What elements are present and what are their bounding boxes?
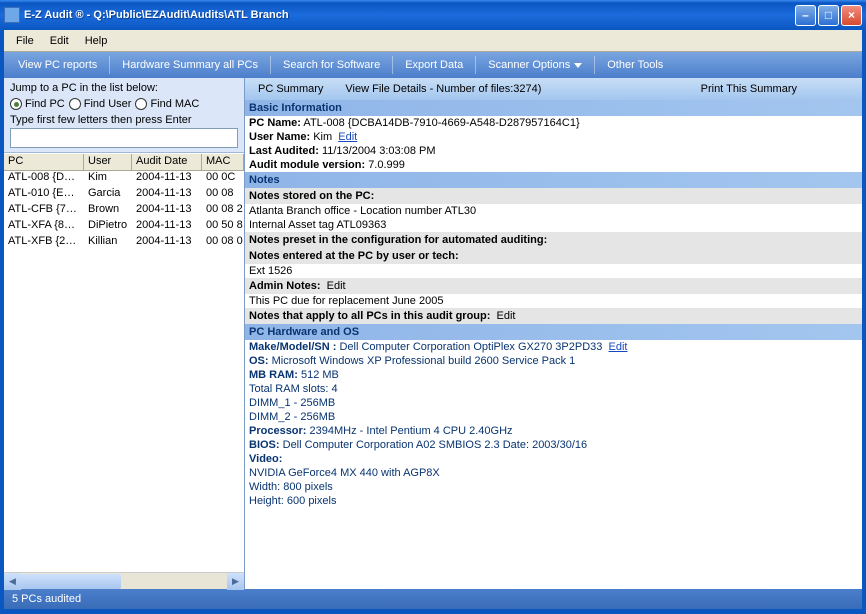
notes-entered-label: Notes entered at the PC by user or tech: bbox=[245, 248, 862, 264]
col-user[interactable]: User bbox=[84, 154, 132, 170]
section-basic-info: Basic Information bbox=[245, 100, 862, 116]
app-icon bbox=[4, 7, 20, 23]
status-bar: 5 PCs audited bbox=[4, 589, 862, 609]
table-row[interactable]: ATL-XFB {2…Killian2004-11-1300 08 0 bbox=[4, 235, 244, 251]
edit-user-link[interactable]: Edit bbox=[338, 131, 357, 143]
col-mac[interactable]: MAC bbox=[202, 154, 244, 170]
title-bar: E-Z Audit ® - Q:\Public\EZAudit\Audits\A… bbox=[0, 0, 866, 30]
filter-label: Type first few letters then press Enter bbox=[10, 114, 238, 126]
hardware-summary-button[interactable]: Hardware Summary all PCs bbox=[112, 52, 268, 78]
menu-help[interactable]: Help bbox=[77, 33, 116, 49]
notes-all-label: Notes that apply to all PCs in this audi… bbox=[245, 308, 862, 324]
notes-preset-label: Notes preset in the configuration for au… bbox=[245, 232, 862, 248]
scanner-options-button[interactable]: Scanner Options bbox=[478, 52, 592, 78]
scroll-left-icon[interactable]: ◀ bbox=[4, 573, 21, 590]
pc-grid[interactable]: ATL-008 {D…Kim2004-11-1300 0CATL-010 {E…… bbox=[4, 171, 244, 572]
other-tools-button[interactable]: Other Tools bbox=[597, 52, 673, 78]
menu-edit[interactable]: Edit bbox=[42, 33, 77, 49]
view-pc-reports-button[interactable]: View PC reports bbox=[8, 52, 107, 78]
table-row[interactable]: ATL-008 {D…Kim2004-11-1300 0C bbox=[4, 171, 244, 187]
col-pc[interactable]: PC bbox=[4, 154, 84, 170]
minimize-button[interactable]: – bbox=[795, 5, 816, 26]
table-row[interactable]: ATL-XFA {8…DiPietro2004-11-1300 50 8 bbox=[4, 219, 244, 235]
right-panel: PC Summary View File Details - Number of… bbox=[245, 78, 862, 589]
export-data-button[interactable]: Export Data bbox=[395, 52, 473, 78]
close-button[interactable]: × bbox=[841, 5, 862, 26]
window-title: E-Z Audit ® - Q:\Public\EZAudit\Audits\A… bbox=[24, 9, 795, 21]
admin-notes-label: Admin Notes: Edit bbox=[245, 278, 862, 294]
search-software-button[interactable]: Search for Software bbox=[273, 52, 390, 78]
maximize-button[interactable]: □ bbox=[818, 5, 839, 26]
edit-make-link[interactable]: Edit bbox=[609, 341, 628, 353]
toolbar: View PC reports Hardware Summary all PCs… bbox=[4, 52, 862, 78]
horizontal-scrollbar[interactable]: ◀ ▶ bbox=[4, 572, 244, 589]
menu-file[interactable]: File bbox=[8, 33, 42, 49]
col-audit-date[interactable]: Audit Date bbox=[132, 154, 202, 170]
edit-all-notes-link[interactable]: Edit bbox=[497, 310, 516, 322]
tab-pc-summary[interactable]: PC Summary bbox=[249, 80, 332, 98]
detail-body[interactable]: Basic Information PC Name: ATL-008 {DCBA… bbox=[245, 100, 862, 589]
section-hardware-os: PC Hardware and OS bbox=[245, 324, 862, 340]
scroll-right-icon[interactable]: ▶ bbox=[227, 573, 244, 590]
find-mac-radio[interactable]: Find MAC bbox=[135, 98, 199, 110]
notes-stored-label: Notes stored on the PC: bbox=[245, 188, 862, 204]
find-user-radio[interactable]: Find User bbox=[69, 98, 132, 110]
jump-label: Jump to a PC in the list below: bbox=[10, 82, 238, 94]
status-count: 5 PCs audited bbox=[12, 593, 81, 605]
section-notes: Notes bbox=[245, 172, 862, 188]
table-row[interactable]: ATL-CFB {7…Brown2004-11-1300 08 2 bbox=[4, 203, 244, 219]
left-panel: Jump to a PC in the list below: Find PC … bbox=[4, 78, 245, 589]
grid-header: PC User Audit Date MAC bbox=[4, 153, 244, 171]
print-summary-button[interactable]: Print This Summary bbox=[692, 80, 858, 98]
tab-bar: PC Summary View File Details - Number of… bbox=[245, 78, 862, 100]
table-row[interactable]: ATL-010 {E…Garcia2004-11-1300 08 bbox=[4, 187, 244, 203]
edit-admin-notes-link[interactable]: Edit bbox=[327, 280, 346, 292]
tab-file-details[interactable]: View File Details - Number of files:3274… bbox=[336, 80, 550, 98]
menu-bar: File Edit Help bbox=[4, 30, 862, 52]
find-pc-radio[interactable]: Find PC bbox=[10, 98, 65, 110]
chevron-down-icon bbox=[574, 63, 582, 68]
filter-input[interactable] bbox=[10, 128, 238, 148]
